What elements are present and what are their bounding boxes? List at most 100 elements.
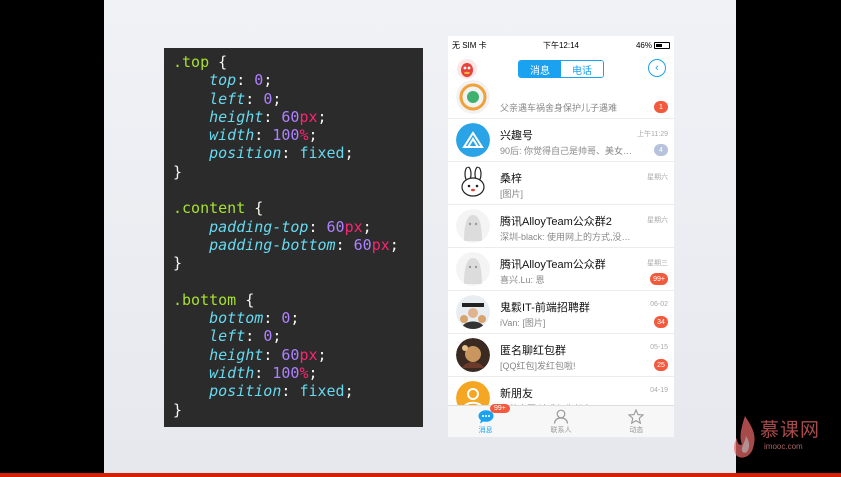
battery-icon: [654, 41, 670, 49]
flame-logo-icon: [734, 416, 755, 458]
code-line: width: 100%;: [173, 364, 423, 382]
unread-badge: 99+: [650, 273, 668, 285]
code-token: padding-bottom: [173, 235, 336, 254]
code-line: top: 0;: [173, 71, 423, 89]
code-token: 100: [272, 126, 300, 145]
conversation-time: 04-19: [650, 387, 668, 394]
code-line: }: [173, 163, 423, 181]
tab-bar: 99+ 消息 联系人 动态: [448, 404, 674, 437]
back-circle-icon[interactable]: ‹: [648, 59, 666, 77]
conversation-name: 新朋友: [500, 388, 533, 400]
conversation-preview: [QQ红包]发红包啦!: [500, 361, 576, 371]
tabbar-feeds-label: 动态: [629, 427, 644, 434]
tabbar-contacts[interactable]: 联系人: [523, 406, 598, 437]
avatar: [456, 80, 490, 114]
conversation-row[interactable]: 鬼鬏IT-前端招聘群 iVan: [图片] 06-02 34: [448, 291, 674, 334]
conversation-preview: 深圳-black: 使用网上的方式,没…: [500, 232, 631, 242]
code-token: :: [263, 309, 282, 328]
tabbar-messages-label: 消息: [478, 427, 493, 434]
conversation-row[interactable]: 腾讯AlloyTeam公众群2 深圳-black: 使用网上的方式,没… 星期六: [448, 205, 674, 248]
conversation-time: 星期六: [647, 174, 668, 181]
code-token: px: [299, 345, 318, 364]
conversation-row[interactable]: 腾讯AlloyTeam公众群 喜兴.Lu: 恩 星期三 99+: [448, 248, 674, 291]
code-token: ;: [263, 71, 273, 90]
conversation-name: 桑梓: [500, 173, 522, 185]
code-token: fixed: [299, 144, 345, 163]
tabbar-messages[interactable]: 99+ 消息: [448, 404, 523, 437]
conversation-row[interactable]: 匿名聊红包群 [QQ红包]发红包啦! 05-15 25: [448, 334, 674, 377]
conversation-preview: iVan: [图片]: [500, 318, 546, 328]
conversation-preview: 90后: 你觉得自己是帅哥、美女…: [500, 146, 633, 156]
unread-badge: 34: [654, 316, 668, 328]
code-token: position: [173, 382, 282, 401]
code-token: }: [173, 254, 183, 273]
code-line: .top {: [173, 53, 423, 71]
conversation-name: 鬼鬏IT-前端招聘群: [500, 302, 590, 314]
tab-messages[interactable]: 消息: [519, 61, 561, 77]
conversation-time: 星期三: [647, 260, 668, 267]
conversation-preview: 喜兴.Lu: 恩: [500, 275, 545, 285]
avatar: [456, 166, 490, 200]
tabbar-feeds[interactable]: 动态: [599, 406, 674, 437]
conversation-time: 06-02: [650, 301, 668, 308]
code-token: px: [371, 235, 390, 254]
code-token: width: [173, 126, 255, 145]
tabbar-contacts-label: 联系人: [550, 427, 572, 434]
unread-badge: 4: [654, 144, 668, 156]
code-token: 60: [281, 345, 300, 364]
code-token: height: [173, 345, 264, 364]
unread-badge: 25: [654, 359, 668, 371]
code-line: .bottom {: [173, 291, 423, 309]
conversation-row[interactable]: 桑梓 [图片] 星期六: [448, 162, 674, 205]
code-token: 0: [263, 327, 273, 346]
code-token: :: [335, 235, 354, 254]
left-letterbox: [0, 0, 104, 477]
conversation-row[interactable]: 父亲遇车祸舍身保护儿子遇难 1: [448, 76, 674, 119]
code-line: padding-top: 60px;: [173, 218, 423, 236]
code-token: top: [173, 71, 237, 90]
code-token: .bottom: [173, 290, 237, 309]
code-token: px: [344, 217, 363, 236]
code-token: 60: [281, 107, 300, 126]
code-token: ;: [272, 327, 282, 346]
tab-calls[interactable]: 电话: [561, 61, 603, 77]
star-icon: [628, 409, 645, 424]
code-token: ;: [344, 144, 354, 163]
conversation-list: 父亲遇车祸舍身保护儿子遇难 1 兴趣号 90后: 你觉得自己是帅哥、美女… 上午11:2…: [448, 76, 674, 420]
code-token: ;: [362, 217, 372, 236]
code-token: :: [254, 126, 273, 145]
avatar: [456, 123, 490, 157]
code-token: left: [173, 89, 246, 108]
code-token: bottom: [173, 309, 264, 328]
avatar: [456, 252, 490, 286]
code-line: .content {: [173, 199, 423, 217]
code-token: {: [209, 53, 228, 71]
status-time: 下午12:14: [542, 40, 580, 50]
conversation-name: 腾讯AlloyTeam公众群: [500, 259, 606, 271]
code-token: :: [236, 71, 255, 90]
unread-badge: 1: [654, 101, 668, 113]
avatar: [456, 209, 490, 243]
tabbar-messages-badge: 99+: [490, 404, 510, 413]
conversation-time: 05-15: [650, 344, 668, 351]
code-token: ;: [272, 89, 282, 108]
code-token: :: [308, 217, 327, 236]
conversation-row[interactable]: 兴趣号 90后: 你觉得自己是帅哥、美女… 上午11:29 4: [448, 119, 674, 162]
code-token: 0: [263, 89, 273, 108]
slide: .top { top: 0; left: 0; height: 60px; wi…: [104, 0, 736, 473]
right-letterbox: [736, 0, 841, 477]
code-token: ;: [308, 126, 318, 145]
code-token: :: [263, 107, 282, 126]
code-token: }: [173, 162, 183, 181]
code-token: :: [281, 382, 300, 401]
code-line: bottom: 0;: [173, 309, 423, 327]
avatar: [456, 295, 490, 329]
status-bar: 无 SIM 卡 下午12:14 46%: [448, 36, 674, 54]
code-token: {: [236, 290, 255, 309]
conversation-preview: 父亲遇车祸舍身保护儿子遇难: [500, 103, 618, 113]
code-token: :: [245, 89, 264, 108]
code-token: .top: [173, 53, 210, 71]
code-token: :: [281, 144, 300, 163]
